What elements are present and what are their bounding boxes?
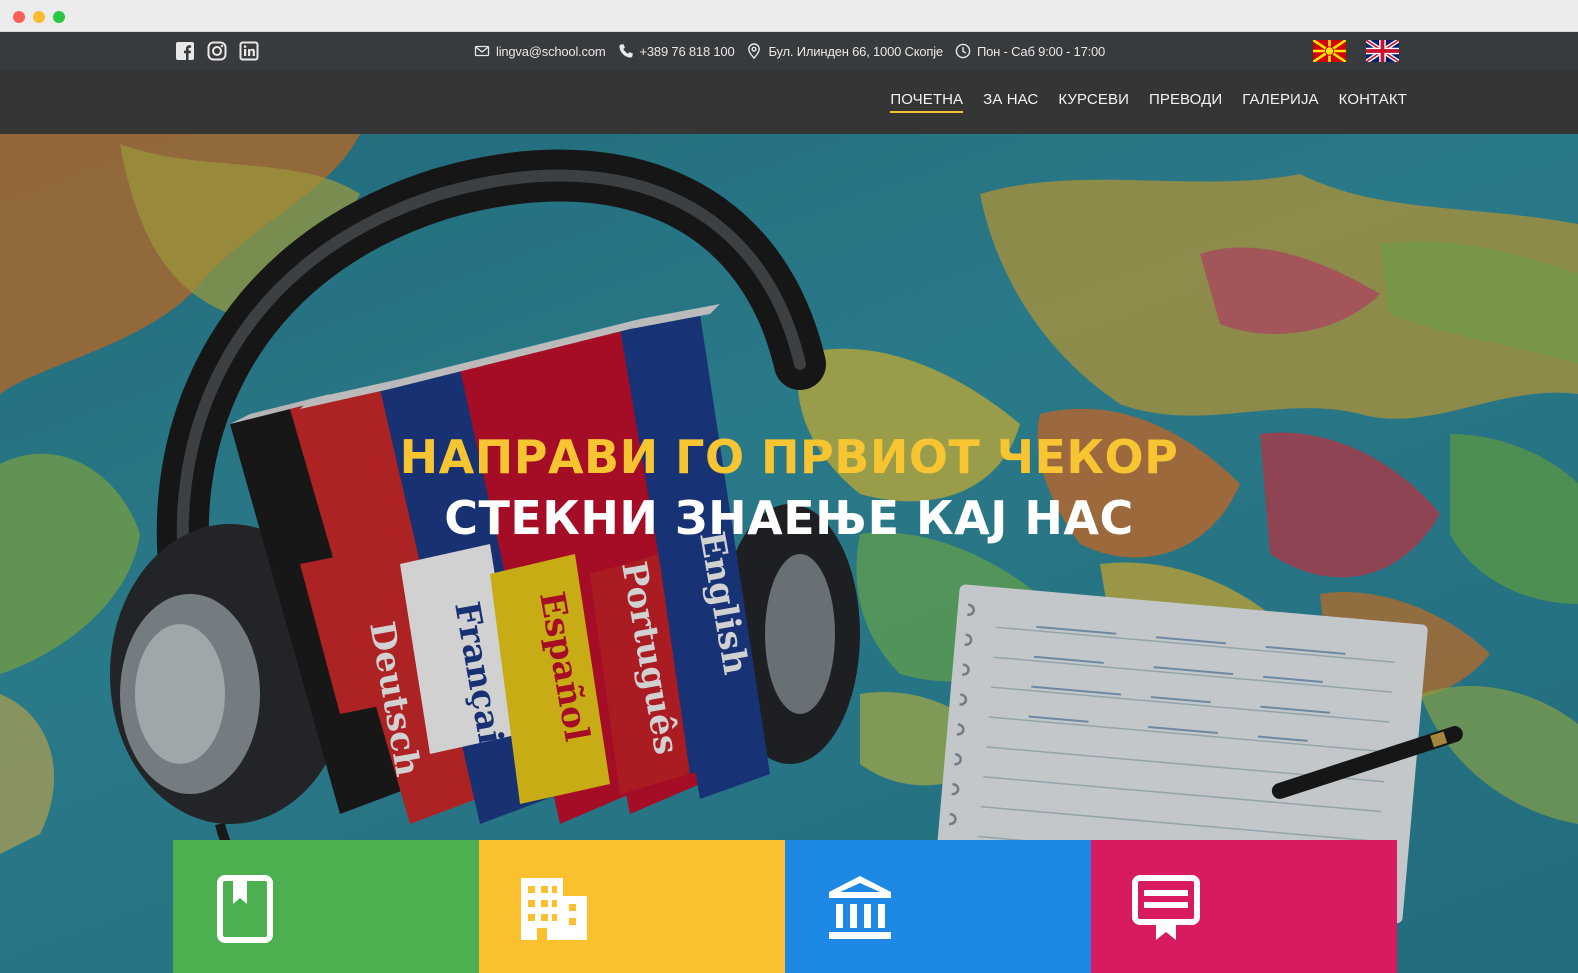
- nav-item-gallery[interactable]: ГАЛЕРИЈА: [1242, 91, 1318, 113]
- feature-tile-courses[interactable]: [173, 840, 479, 973]
- map-pin-icon: [748, 43, 761, 59]
- mail-icon: [474, 45, 490, 57]
- window-titlebar: [0, 0, 1578, 32]
- certificate-icon: [1132, 875, 1200, 940]
- feature-tile-school[interactable]: [479, 840, 785, 973]
- hours-contact: Пон - Саб 9:00 - 17:00: [955, 43, 1105, 59]
- address-contact: Бул. Илинден 66, 1000 Скопје: [746, 43, 943, 59]
- hero-section: Deutsch Français Español Português Engli…: [0, 134, 1578, 973]
- feature-tile-certificate[interactable]: [1091, 840, 1397, 973]
- hours-text: Пон - Саб 9:00 - 17:00: [976, 43, 1106, 59]
- book-icon: [217, 875, 273, 943]
- nav-item-home[interactable]: ПОЧЕТНА: [890, 91, 964, 113]
- address-text: Бул. Илинден 66, 1000 Скопје: [768, 43, 943, 59]
- contact-info: lingva@school.com +389 76 818 100 Бул. И…: [474, 32, 1105, 70]
- main-navbar: ПОЧЕТНА ЗА НАС КУРСЕВИ ПРЕВОДИ ГАЛЕРИЈА …: [0, 70, 1578, 134]
- feature-tiles: [173, 840, 1397, 973]
- nav-item-translations[interactable]: ПРЕВОДИ: [1149, 91, 1222, 113]
- main-menu: ПОЧЕТНА ЗА НАС КУРСЕВИ ПРЕВОДИ ГАЛЕРИЈА …: [890, 70, 1407, 134]
- email-contact[interactable]: lingva@school.com: [474, 43, 606, 59]
- minimize-window-button[interactable]: [33, 11, 45, 23]
- instagram-icon[interactable]: [207, 41, 227, 61]
- email-text: lingva@school.com: [496, 43, 606, 59]
- building-icon: [521, 878, 587, 940]
- phone-icon: [618, 44, 633, 58]
- language-switcher: [1313, 40, 1399, 62]
- close-window-button[interactable]: [13, 11, 25, 23]
- maximize-window-button[interactable]: [53, 11, 65, 23]
- facebook-icon[interactable]: [175, 41, 195, 61]
- macedonia-flag-icon[interactable]: [1313, 40, 1346, 62]
- feature-tile-institution[interactable]: [785, 840, 1091, 973]
- nav-item-contact[interactable]: КОНТАКТ: [1339, 91, 1407, 113]
- phone-contact[interactable]: +389 76 818 100: [618, 43, 735, 59]
- top-info-bar: lingva@school.com +389 76 818 100 Бул. И…: [0, 32, 1578, 70]
- nav-item-about[interactable]: ЗА НАС: [983, 91, 1038, 113]
- uk-flag-icon[interactable]: [1366, 40, 1399, 62]
- phone-text: +389 76 818 100: [639, 43, 735, 59]
- nav-item-courses[interactable]: КУРСЕВИ: [1058, 91, 1129, 113]
- linkedin-icon[interactable]: [239, 41, 259, 61]
- institution-icon: [829, 876, 891, 939]
- clock-icon: [955, 43, 971, 59]
- hero-subheadline: СТЕКНИ ЗНАЕЊЕ КАЈ НАС: [444, 491, 1134, 545]
- social-links: [175, 41, 259, 61]
- hero-headline: НАПРАВИ ГО ПРВИОТ ЧЕКОР: [399, 430, 1179, 484]
